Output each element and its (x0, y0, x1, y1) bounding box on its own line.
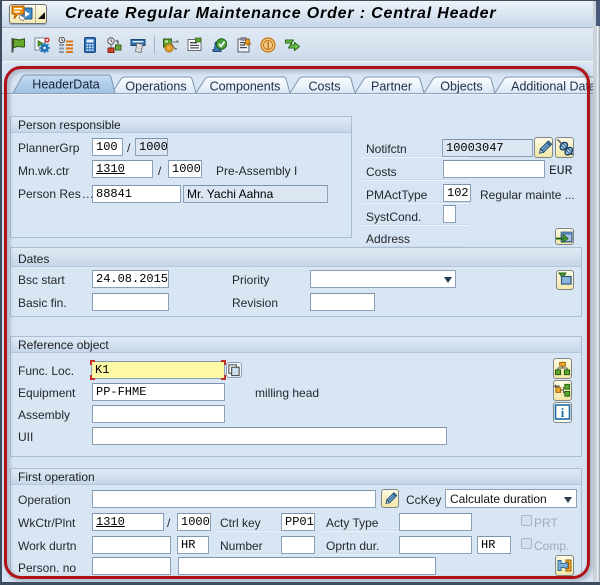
svg-text:1: 1 (265, 41, 270, 52)
